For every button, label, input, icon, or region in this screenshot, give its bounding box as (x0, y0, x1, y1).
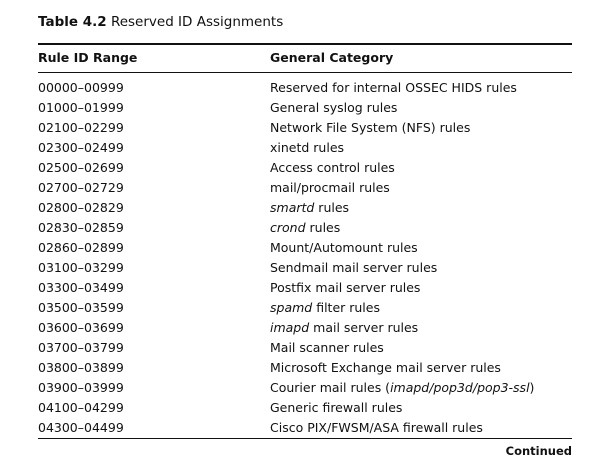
category-text: ) (529, 380, 535, 395)
rule-id-range-cell: 03600–03699 (38, 320, 124, 335)
table-row: 03300–03499 Postfix mail server rules (0, 279, 590, 299)
general-category-cell: Microsoft Exchange mail server rules (270, 359, 501, 377)
general-category-cell: General syslog rules (270, 99, 397, 117)
category-text: Microsoft Exchange mail server rules (270, 360, 501, 375)
table-row: 03700–03799 Mail scanner rules (0, 339, 590, 359)
rule-id-range-cell: 04300–04499 (38, 420, 124, 435)
table-body: 00000–00999 Reserved for internal OSSEC H… (0, 79, 590, 439)
table-row: 03500–03599 spamd filter rules (0, 299, 590, 319)
category-italic-text: spamd (270, 300, 313, 315)
category-text: Cisco PIX/FWSM/ASA firewall rules (270, 420, 483, 435)
category-text: rules (314, 200, 350, 215)
general-category-cell: smartd rules (270, 199, 349, 217)
category-italic-text: smartd (270, 200, 315, 215)
category-text: Reserved for internal OSSEC HIDS rules (270, 80, 517, 95)
general-category-cell: Sendmail mail server rules (270, 259, 437, 277)
table-header: Rule ID Range General Category (0, 50, 590, 68)
category-italic-text: imapd/pop3d/pop3-ssl (390, 380, 530, 395)
general-category-cell: mail/procmail rules (270, 179, 390, 197)
table-caption: Table 4.2 Reserved ID Assignments (38, 14, 283, 30)
category-text: Mail scanner rules (270, 340, 384, 355)
continued-label: Continued (505, 444, 572, 458)
category-text: Postfix mail server rules (270, 280, 421, 295)
rule-id-range-cell: 02300–02499 (38, 140, 124, 155)
category-italic-text: imapd (270, 320, 310, 335)
table-row: 01000–01999 General syslog rules (0, 99, 590, 119)
table-row: 04300–04499 Cisco PIX/FWSM/ASA firewall r… (0, 419, 590, 439)
table-row: 02860–02899 Mount/Automount rules (0, 239, 590, 259)
rule-id-range-cell: 02800–02829 (38, 200, 124, 215)
header-general-category: General Category (270, 50, 394, 65)
category-italic-text: crond (270, 220, 306, 235)
general-category-cell: Reserved for internal OSSEC HIDS rules (270, 79, 517, 97)
category-text: Network File System (NFS) rules (270, 120, 471, 135)
table-row: 03100–03299 Sendmail mail server rules (0, 259, 590, 279)
category-text: General syslog rules (270, 100, 398, 115)
general-category-cell: Network File System (NFS) rules (270, 119, 470, 137)
general-category-cell: Cisco PIX/FWSM/ASA firewall rules (270, 419, 483, 437)
general-category-cell: xinetd rules (270, 139, 344, 157)
category-text: rules (305, 220, 341, 235)
rule-id-range-cell: 00000–00999 (38, 80, 124, 95)
table-row: 04100–04299 Generic firewall rules (0, 399, 590, 419)
rule-id-range-cell: 03900–03999 (38, 380, 124, 395)
table-row: 03900–03999 Courier mail rules (imapd/pop… (0, 379, 590, 399)
category-text: mail server rules (309, 320, 419, 335)
category-text: xinetd rules (270, 140, 345, 155)
rule-id-range-cell: 04100–04299 (38, 400, 124, 415)
table-row: 02830–02859 crond rules (0, 219, 590, 239)
category-text: Mount/Automount rules (270, 240, 418, 255)
table-row: 02300–02499 xinetd rules (0, 139, 590, 159)
rule-id-range-cell: 03100–03299 (38, 260, 124, 275)
general-category-cell: spamd filter rules (270, 299, 380, 317)
table-row: 02800–02829 smartd rules (0, 199, 590, 219)
general-category-cell: Postfix mail server rules (270, 279, 420, 297)
rule-id-range-cell: 03500–03599 (38, 300, 124, 315)
category-text: Access control rules (270, 160, 395, 175)
header-rule (38, 72, 572, 73)
table-number: Table 4.2 (38, 14, 107, 30)
general-category-cell: Courier mail rules (imapd/pop3d/pop3-ssl… (270, 379, 534, 397)
table-row: 00000–00999 Reserved for internal OSSEC H… (0, 79, 590, 99)
table-row: 03600–03699 imapd mail server rules (0, 319, 590, 339)
header-rule-id-range: Rule ID Range (38, 50, 138, 65)
general-category-cell: Generic firewall rules (270, 399, 402, 417)
rule-id-range-cell: 02830–02859 (38, 220, 124, 235)
rule-id-range-cell: 02860–02899 (38, 240, 124, 255)
general-category-cell: crond rules (270, 219, 340, 237)
rule-id-range-cell: 03300–03499 (38, 280, 124, 295)
general-category-cell: Access control rules (270, 159, 395, 177)
category-text: filter rules (312, 300, 380, 315)
general-category-cell: Mail scanner rules (270, 339, 384, 357)
rule-id-range-cell: 03800–03899 (38, 360, 124, 375)
general-category-cell: Mount/Automount rules (270, 239, 418, 257)
table-title: Reserved ID Assignments (110, 14, 284, 30)
rule-id-range-cell: 02700–02729 (38, 180, 124, 195)
category-text: Sendmail mail server rules (270, 260, 438, 275)
category-text: Generic firewall rules (270, 400, 403, 415)
top-rule (38, 43, 572, 45)
rule-id-range-cell: 03700–03799 (38, 340, 124, 355)
rule-id-range-cell: 01000–01999 (38, 100, 124, 115)
bottom-rule (38, 438, 572, 439)
table-row: 02700–02729 mail/procmail rules (0, 179, 590, 199)
rule-id-range-cell: 02500–02699 (38, 160, 124, 175)
table-row: 02500–02699 Access control rules (0, 159, 590, 179)
table-row: 03800–03899 Microsoft Exchange mail serve… (0, 359, 590, 379)
general-category-cell: imapd mail server rules (270, 319, 418, 337)
category-text: mail/procmail rules (270, 180, 390, 195)
category-text: Courier mail rules ( (270, 380, 391, 395)
rule-id-range-cell: 02100–02299 (38, 120, 124, 135)
table-row: 02100–02299 Network File System (NFS) rul… (0, 119, 590, 139)
